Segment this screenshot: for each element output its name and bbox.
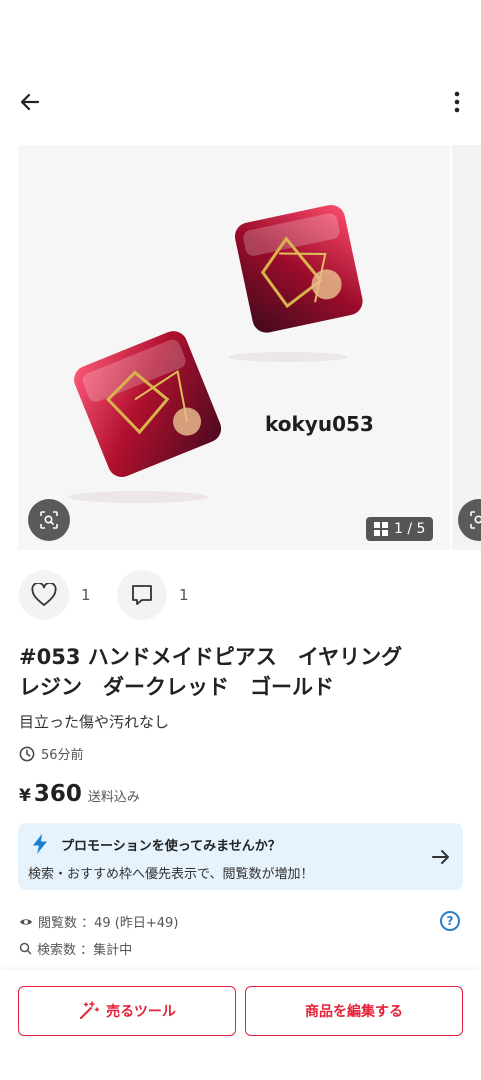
stats-help-button[interactable]: ? bbox=[440, 911, 460, 931]
heart-icon bbox=[31, 583, 57, 606]
like-button[interactable] bbox=[19, 570, 69, 620]
photo-counter: 1 / 5 bbox=[366, 517, 434, 541]
shipping-label: 送料込み bbox=[87, 790, 140, 805]
eye-icon bbox=[20, 918, 32, 925]
bottom-action-bar: 売るツール 商品を編集する bbox=[0, 970, 481, 1080]
item-condition: 目立った傷や汚れなし bbox=[19, 713, 170, 731]
product-photo[interactable]: kokyu053 1 / 5 bbox=[18, 145, 450, 550]
photo-gallery[interactable]: kokyu053 1 / 5 bbox=[0, 145, 481, 550]
earrings-image bbox=[68, 204, 363, 503]
yen-symbol: ¥ bbox=[19, 786, 31, 806]
search-stat-label: 検索数 ：集計中 bbox=[37, 943, 133, 958]
views-stat-label: 閲覧数 ：49 (昨日+49) bbox=[38, 916, 179, 931]
next-image-search-button[interactable] bbox=[458, 499, 481, 541]
more-options-button[interactable] bbox=[445, 86, 469, 118]
search-stat: 検索数 ：集計中 bbox=[19, 939, 132, 958]
like-count: 1 bbox=[81, 586, 91, 604]
comment-button[interactable] bbox=[117, 570, 167, 620]
arrow-left-icon bbox=[20, 93, 40, 111]
posted-time: 56分前 bbox=[19, 744, 84, 763]
views-stat: 閲覧数 ：49 (昨日+49) bbox=[19, 912, 178, 931]
photo-counter-label: 1 / 5 bbox=[394, 521, 426, 537]
sell-tool-label: 売るツール bbox=[106, 1004, 176, 1020]
next-photo-preview[interactable] bbox=[452, 145, 481, 550]
posted-time-label: 56分前 bbox=[41, 748, 84, 763]
promotion-subtitle: 検索・おすすめ枠へ優先表示で、閲覧数が増加！ bbox=[28, 867, 314, 882]
top-app-bar bbox=[0, 80, 481, 124]
price: ¥ 360 送料込み bbox=[19, 781, 140, 807]
item-title: #053 ハンドメイドピアス イヤリング レジン ダークレッド ゴールド bbox=[19, 645, 403, 699]
photo-watermark: kokyu053 bbox=[265, 412, 374, 436]
clock-icon bbox=[19, 746, 35, 761]
price-value: 360 bbox=[33, 781, 82, 807]
edit-item-label: 商品を編集する bbox=[305, 1004, 403, 1020]
social-actions: 1 1 bbox=[19, 570, 205, 620]
comment-icon bbox=[132, 585, 152, 605]
promotion-banner[interactable]: プロモーションを使ってみませんか？ 検索・おすすめ枠へ優先表示で、閲覧数が増加！ bbox=[18, 823, 463, 890]
search-icon bbox=[19, 942, 32, 955]
image-search-button[interactable] bbox=[28, 499, 70, 541]
comment-count: 1 bbox=[179, 586, 189, 604]
lens-search-icon bbox=[40, 511, 58, 529]
magic-wand-icon bbox=[80, 1001, 100, 1019]
lightning-icon bbox=[33, 834, 47, 854]
grid-icon bbox=[374, 522, 388, 536]
more-vertical-icon bbox=[454, 91, 460, 113]
lens-search-icon bbox=[470, 511, 481, 529]
edit-item-button[interactable]: 商品を編集する bbox=[245, 986, 463, 1036]
arrow-right-icon bbox=[432, 850, 449, 864]
promotion-title: プロモーションを使ってみませんか？ bbox=[61, 839, 281, 854]
back-button[interactable] bbox=[14, 86, 46, 118]
sell-tool-button[interactable]: 売るツール bbox=[18, 986, 236, 1036]
